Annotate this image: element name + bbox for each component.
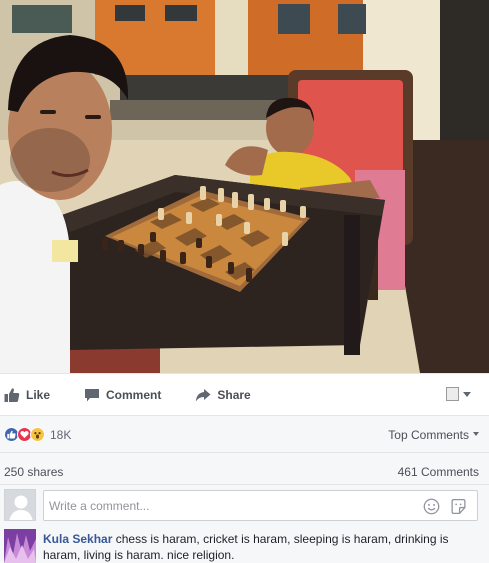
divider: [0, 452, 489, 453]
comment-count[interactable]: 461 Comments: [398, 465, 479, 479]
share-label: Share: [217, 387, 251, 402]
smiley-icon[interactable]: [423, 498, 440, 515]
commenter-photo: [4, 529, 36, 563]
share-arrow-icon: [196, 388, 211, 401]
comment-sort-dropdown[interactable]: Top Comments: [388, 428, 479, 442]
comment-button[interactable]: Comment: [84, 380, 161, 410]
commenter-avatar[interactable]: [4, 529, 36, 563]
comment-composer[interactable]: [43, 490, 478, 521]
audience-selector-icon: [446, 387, 459, 401]
divider: [0, 484, 489, 485]
sticker-icon[interactable]: [450, 498, 467, 515]
post-action-bar: Like Comment Share: [0, 373, 489, 415]
audience-selector[interactable]: [446, 387, 471, 401]
comment-body: Kula Sekhar chess is haram, cricket is h…: [43, 531, 473, 563]
thumbs-up-icon: [4, 387, 20, 402]
reaction-count: 18K: [50, 427, 72, 442]
reactions-summary[interactable]: 18K: [4, 427, 71, 442]
like-button[interactable]: Like: [4, 380, 50, 410]
chevron-down-icon: [463, 391, 471, 397]
comment-input[interactable]: [49, 498, 409, 514]
comment-sort-label: Top Comments: [388, 428, 469, 442]
current-user-avatar: [4, 489, 36, 521]
default-avatar-icon: [5, 490, 35, 520]
chess-photo-illustration: [0, 0, 489, 373]
wow-reaction-icon: [30, 427, 45, 442]
comment-label: Comment: [106, 387, 162, 402]
speech-bubble-icon: [85, 388, 100, 401]
chevron-down-icon: [473, 431, 479, 436]
share-count[interactable]: 250 shares: [4, 465, 63, 479]
like-label: Like: [26, 387, 51, 402]
post-photo[interactable]: [0, 0, 489, 373]
comment-author-link[interactable]: Kula Sekhar: [43, 532, 112, 546]
share-button[interactable]: Share: [195, 380, 251, 410]
